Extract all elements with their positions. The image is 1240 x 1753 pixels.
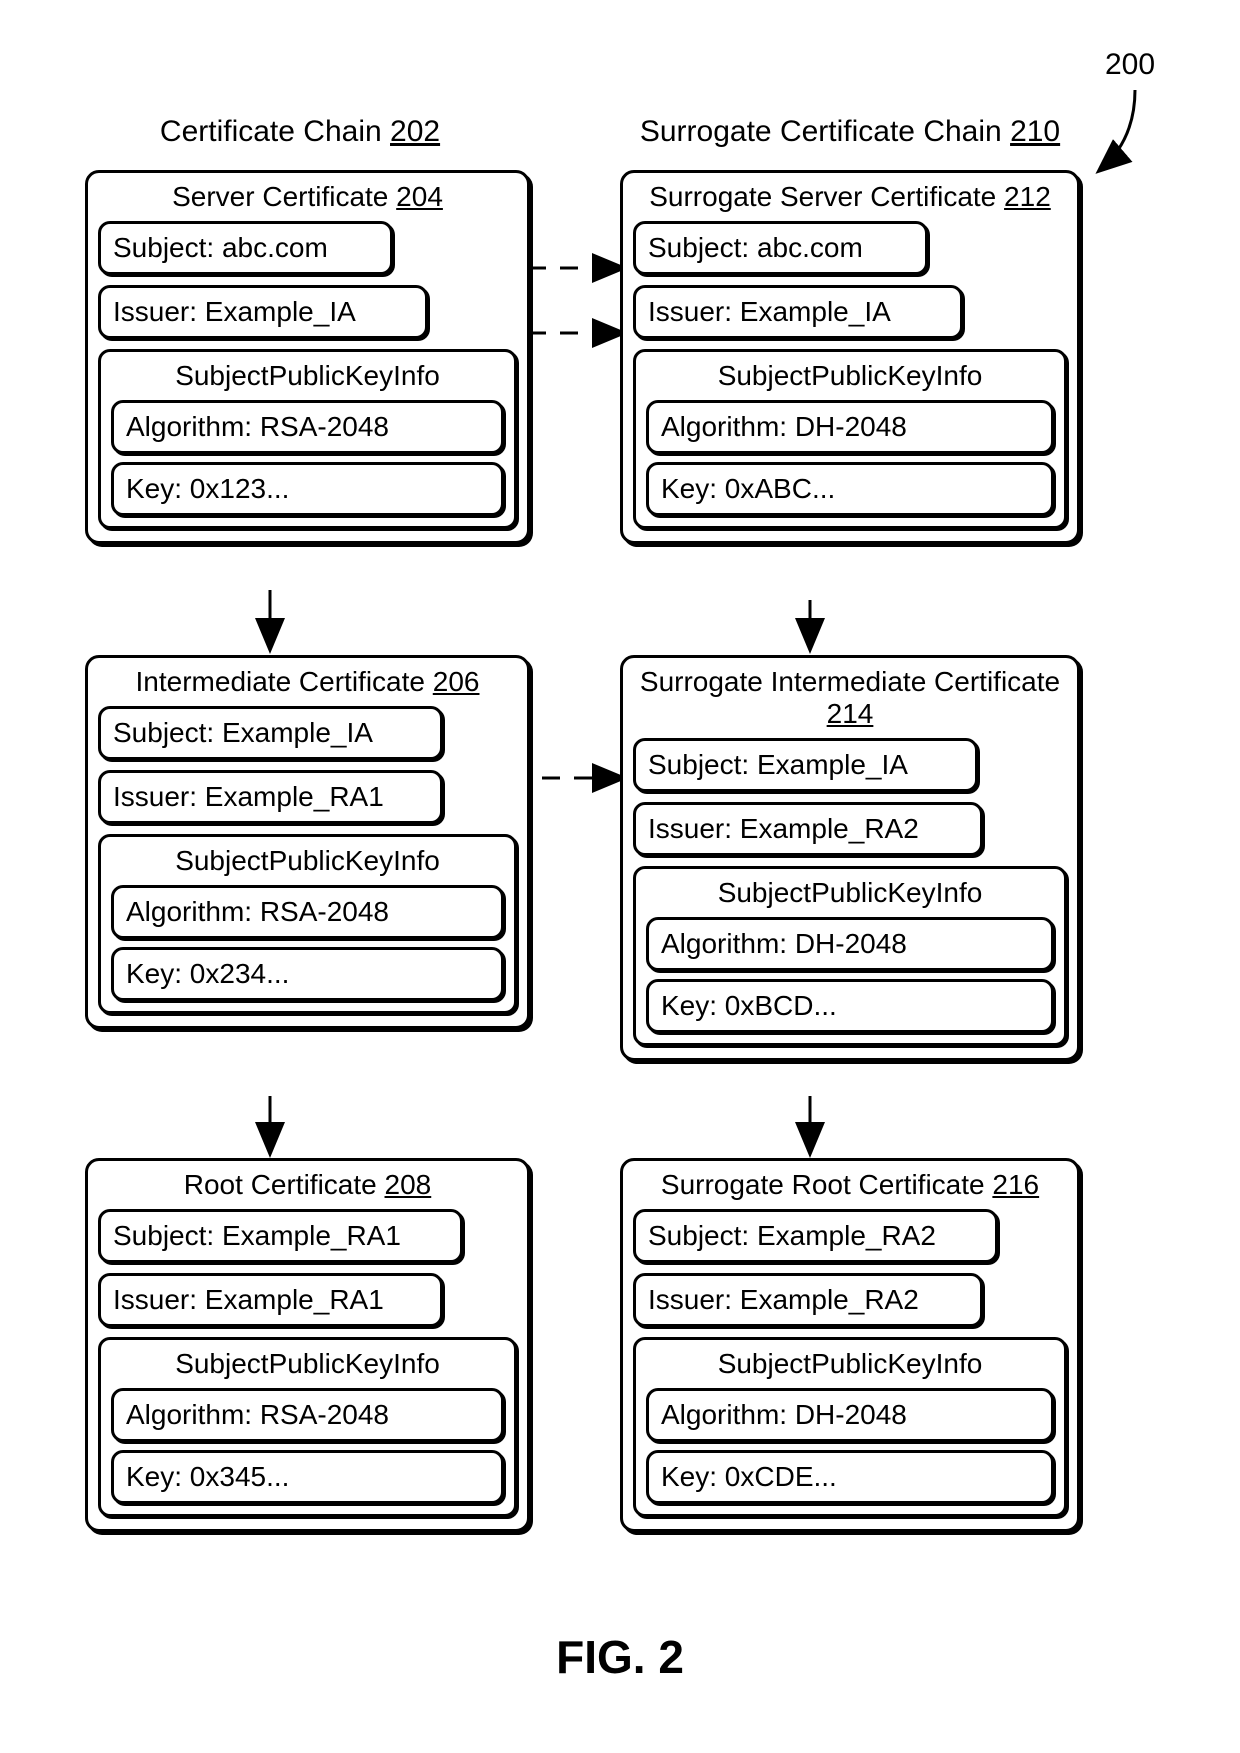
surrogate-intermediate-certificate: Surrogate Intermediate Certificate 214 S… [620,655,1080,1061]
spki-box: SubjectPublicKeyInfo Algorithm: DH-2048 … [633,1337,1067,1517]
spki-label: SubjectPublicKeyInfo [111,360,504,392]
issuer-field: Issuer: Example_RA1 [98,1273,443,1327]
surrogate-root-certificate: Surrogate Root Certificate 216 Subject: … [620,1158,1080,1532]
key-field: Key: 0xBCD... [646,979,1054,1033]
spki-label: SubjectPublicKeyInfo [111,1348,504,1380]
subject-field: Subject: abc.com [98,221,393,275]
right-chain-title: Surrogate Certificate Chain 210 [610,115,1090,149]
spki-label: SubjectPublicKeyInfo [646,360,1054,392]
issuer-field: Issuer: Example_IA [98,285,428,339]
spki-label: SubjectPublicKeyInfo [111,845,504,877]
algorithm-field: Algorithm: DH-2048 [646,400,1054,454]
spki-box: SubjectPublicKeyInfo Algorithm: DH-2048 … [633,349,1067,529]
left-chain-ref: 202 [390,115,440,148]
key-field: Key: 0x123... [111,462,504,516]
spki-label: SubjectPublicKeyInfo [646,877,1054,909]
server-certificate: Server Certificate 204 Subject: abc.com … [85,170,530,544]
algorithm-field: Algorithm: RSA-2048 [111,1388,504,1442]
algorithm-field: Algorithm: DH-2048 [646,917,1054,971]
intermediate-certificate: Intermediate Certificate 206 Subject: Ex… [85,655,530,1029]
cert-title: Intermediate Certificate 206 [98,666,517,698]
spki-box: SubjectPublicKeyInfo Algorithm: RSA-2048… [98,834,517,1014]
spki-box: SubjectPublicKeyInfo Algorithm: DH-2048 … [633,866,1067,1046]
right-chain-ref: 210 [1010,115,1060,148]
subject-field: Subject: Example_IA [98,706,443,760]
algorithm-field: Algorithm: DH-2048 [646,1388,1054,1442]
root-certificate: Root Certificate 208 Subject: Example_RA… [85,1158,530,1532]
cert-title: Surrogate Root Certificate 216 [633,1169,1067,1201]
spki-box: SubjectPublicKeyInfo Algorithm: RSA-2048… [98,1337,517,1517]
subject-field: Subject: Example_RA1 [98,1209,463,1263]
subject-field: Subject: abc.com [633,221,928,275]
issuer-field: Issuer: Example_IA [633,285,963,339]
figure-ref-num: 200 [1105,48,1155,82]
key-field: Key: 0xCDE... [646,1450,1054,1504]
issuer-field: Issuer: Example_RA2 [633,1273,983,1327]
subject-field: Subject: Example_RA2 [633,1209,998,1263]
issuer-field: Issuer: Example_RA1 [98,770,443,824]
cert-title: Surrogate Server Certificate 212 [633,181,1067,213]
subject-field: Subject: Example_IA [633,738,978,792]
left-chain-title: Certificate Chain 202 [80,115,520,149]
cert-title: Surrogate Intermediate Certificate 214 [633,666,1067,730]
key-field: Key: 0x345... [111,1450,504,1504]
key-field: Key: 0x234... [111,947,504,1001]
spki-box: SubjectPublicKeyInfo Algorithm: RSA-2048… [98,349,517,529]
key-field: Key: 0xABC... [646,462,1054,516]
cert-title: Root Certificate 208 [98,1169,517,1201]
surrogate-server-certificate: Surrogate Server Certificate 212 Subject… [620,170,1080,544]
spki-label: SubjectPublicKeyInfo [646,1348,1054,1380]
right-chain-title-text: Surrogate Certificate Chain [640,115,1002,148]
figure-label: FIG. 2 [0,1630,1240,1684]
cert-title: Server Certificate 204 [98,181,517,213]
algorithm-field: Algorithm: RSA-2048 [111,400,504,454]
algorithm-field: Algorithm: RSA-2048 [111,885,504,939]
issuer-field: Issuer: Example_RA2 [633,802,983,856]
left-chain-title-text: Certificate Chain [160,115,382,148]
